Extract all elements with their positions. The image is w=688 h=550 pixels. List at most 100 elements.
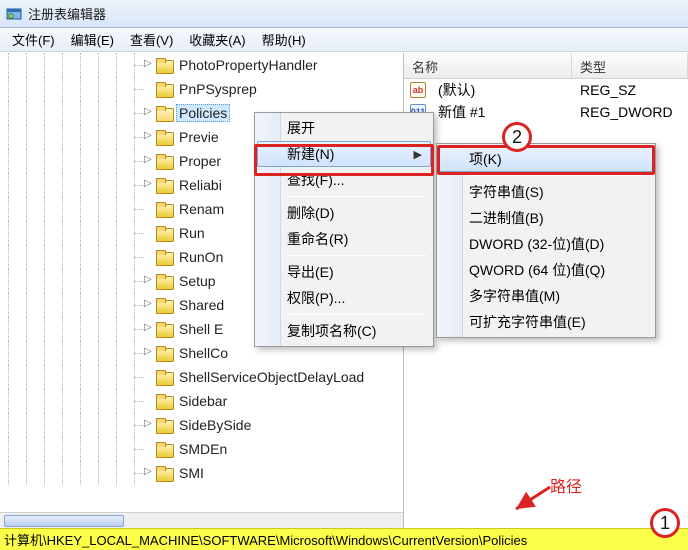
tree-item[interactable]: ShellServiceObjectDelayLoad (0, 365, 403, 389)
tree-expander-icon[interactable]: ▷ (144, 419, 154, 429)
tree-item[interactable]: PnPSysprep (0, 77, 403, 101)
tree-item-label[interactable]: Shared (176, 296, 227, 314)
tree-guide (72, 77, 90, 101)
tree-expander-icon[interactable] (144, 203, 154, 213)
ctx-new-multistring[interactable]: 多字符串值(M) (439, 283, 653, 309)
ctx-export[interactable]: 导出(E) (257, 259, 431, 285)
value-type: REG_SZ (572, 82, 688, 98)
tree-expander-icon[interactable]: ▷ (144, 467, 154, 477)
tree-guide (108, 149, 126, 173)
list-body[interactable]: ab(默认)REG_SZ011新值 #1REG_DWORD (404, 79, 688, 123)
ctx-new-string[interactable]: 字符串值(S) (439, 179, 653, 205)
tree-guide (54, 365, 72, 389)
tree-guide (18, 461, 36, 485)
tree-expander-icon[interactable]: ▷ (144, 275, 154, 285)
value-name[interactable]: 新值 #1 (430, 102, 572, 122)
menu-help[interactable]: 帮助(H) (254, 28, 314, 51)
tree-guide (72, 149, 90, 173)
tree-guide (72, 245, 90, 269)
tree-guide (126, 245, 144, 269)
tree-expander-icon[interactable]: ▷ (144, 59, 154, 69)
folder-icon (156, 442, 172, 456)
tree-expander-icon[interactable] (144, 395, 154, 405)
folder-icon (156, 82, 172, 96)
tree-guide (18, 125, 36, 149)
ctx-copy-key-name[interactable]: 复制项名称(C) (257, 318, 431, 344)
tree-guide (36, 197, 54, 221)
horizontal-scrollbar[interactable] (0, 512, 403, 528)
tree-guide (18, 341, 36, 365)
ctx-permissions[interactable]: 权限(P)... (257, 285, 431, 311)
tree-guide (126, 149, 144, 173)
ctx-find[interactable]: 查找(F)... (257, 167, 431, 193)
tree-guide (36, 53, 54, 77)
tree-guide (36, 269, 54, 293)
tree-item-label[interactable]: SideBySide (176, 416, 254, 434)
ctx-rename[interactable]: 重命名(R) (257, 226, 431, 252)
list-row[interactable]: 011新值 #1REG_DWORD (404, 101, 688, 123)
tree-item-label[interactable]: Setup (176, 272, 219, 290)
tree-item-label[interactable]: SMDEn (176, 440, 230, 458)
tree-expander-icon[interactable]: ▷ (144, 107, 154, 117)
tree-item[interactable]: ▷ SMI (0, 461, 403, 485)
menu-view[interactable]: 查看(V) (122, 28, 181, 51)
tree-item-label[interactable]: Run (176, 224, 208, 242)
tree-expander-icon[interactable]: ▷ (144, 323, 154, 333)
col-header-type[interactable]: 类型 (572, 53, 688, 78)
tree-item-label[interactable]: PhotoPropertyHandler (176, 56, 321, 74)
list-row[interactable]: ab(默认)REG_SZ (404, 79, 688, 101)
col-header-name[interactable]: 名称 (404, 53, 572, 78)
ctx-new-dword[interactable]: DWORD (32-位)值(D) (439, 231, 653, 257)
tree-item-label[interactable]: PnPSysprep (176, 80, 260, 98)
tree-guide (54, 149, 72, 173)
tree-guide (72, 437, 90, 461)
tree-item-label[interactable]: RunOn (176, 248, 226, 266)
tree-item-label[interactable]: ShellServiceObjectDelayLoad (176, 368, 367, 386)
tree-expander-icon[interactable]: ▷ (144, 155, 154, 165)
tree-expander-icon[interactable] (144, 227, 154, 237)
menu-favorites[interactable]: 收藏夹(A) (181, 28, 253, 51)
tree-expander-icon[interactable]: ▷ (144, 131, 154, 141)
tree-item[interactable]: ▷ PhotoPropertyHandler (0, 53, 403, 77)
tree-item-label[interactable]: Sidebar (176, 392, 230, 410)
regedit-icon (6, 6, 22, 22)
tree-expander-icon[interactable]: ▷ (144, 347, 154, 357)
ctx-new-binary[interactable]: 二进制值(B) (439, 205, 653, 231)
menu-edit[interactable]: 编辑(E) (63, 28, 122, 51)
menu-file[interactable]: 文件(F) (4, 28, 63, 51)
tree-item-label[interactable]: Previe (176, 128, 222, 146)
ctx-new-qword[interactable]: QWORD (64 位)值(Q) (439, 257, 653, 283)
tree-item[interactable]: ▷ SideBySide (0, 413, 403, 437)
tree-guide (108, 341, 126, 365)
scrollbar-thumb[interactable] (4, 515, 124, 527)
tree-item-label[interactable]: Reliabi (176, 176, 225, 194)
tree-expander-icon[interactable]: ▷ (144, 179, 154, 189)
tree-expander-icon[interactable] (144, 83, 154, 93)
tree-item[interactable]: SMDEn (0, 437, 403, 461)
context-submenu-new[interactable]: 项(K) 字符串值(S) 二进制值(B) DWORD (32-位)值(D) QW… (436, 143, 656, 338)
tree-expander-icon[interactable] (144, 443, 154, 453)
tree-guide (36, 77, 54, 101)
value-name[interactable]: (默认) (430, 80, 572, 100)
tree-item-label[interactable]: SMI (176, 464, 207, 482)
context-menu[interactable]: 展开 新建(N)▶ 查找(F)... 删除(D) 重命名(R) 导出(E) 权限… (254, 112, 434, 347)
ctx-delete[interactable]: 删除(D) (257, 200, 431, 226)
tree-guide (18, 197, 36, 221)
tree-item-label[interactable]: Policies (176, 104, 230, 122)
ctx-expand[interactable]: 展开 (257, 115, 431, 141)
tree-item-label[interactable]: ShellCo (176, 344, 231, 362)
tree-guide (90, 221, 108, 245)
tree-expander-icon[interactable]: ▷ (144, 299, 154, 309)
tree-item[interactable]: Sidebar (0, 389, 403, 413)
tree-item-label[interactable]: Proper (176, 152, 224, 170)
tree-expander-icon[interactable] (144, 371, 154, 381)
ctx-new-key[interactable]: 项(K) (439, 146, 653, 172)
tree-guide (72, 173, 90, 197)
tree-expander-icon[interactable] (144, 251, 154, 261)
tree-item-label[interactable]: Renam (176, 200, 227, 218)
ctx-new[interactable]: 新建(N)▶ (257, 141, 431, 167)
tree-guide (108, 53, 126, 77)
ctx-new-expandstring[interactable]: 可扩充字符串值(E) (439, 309, 653, 335)
tree-item-label[interactable]: Shell E (176, 320, 226, 338)
tree-guide (90, 365, 108, 389)
